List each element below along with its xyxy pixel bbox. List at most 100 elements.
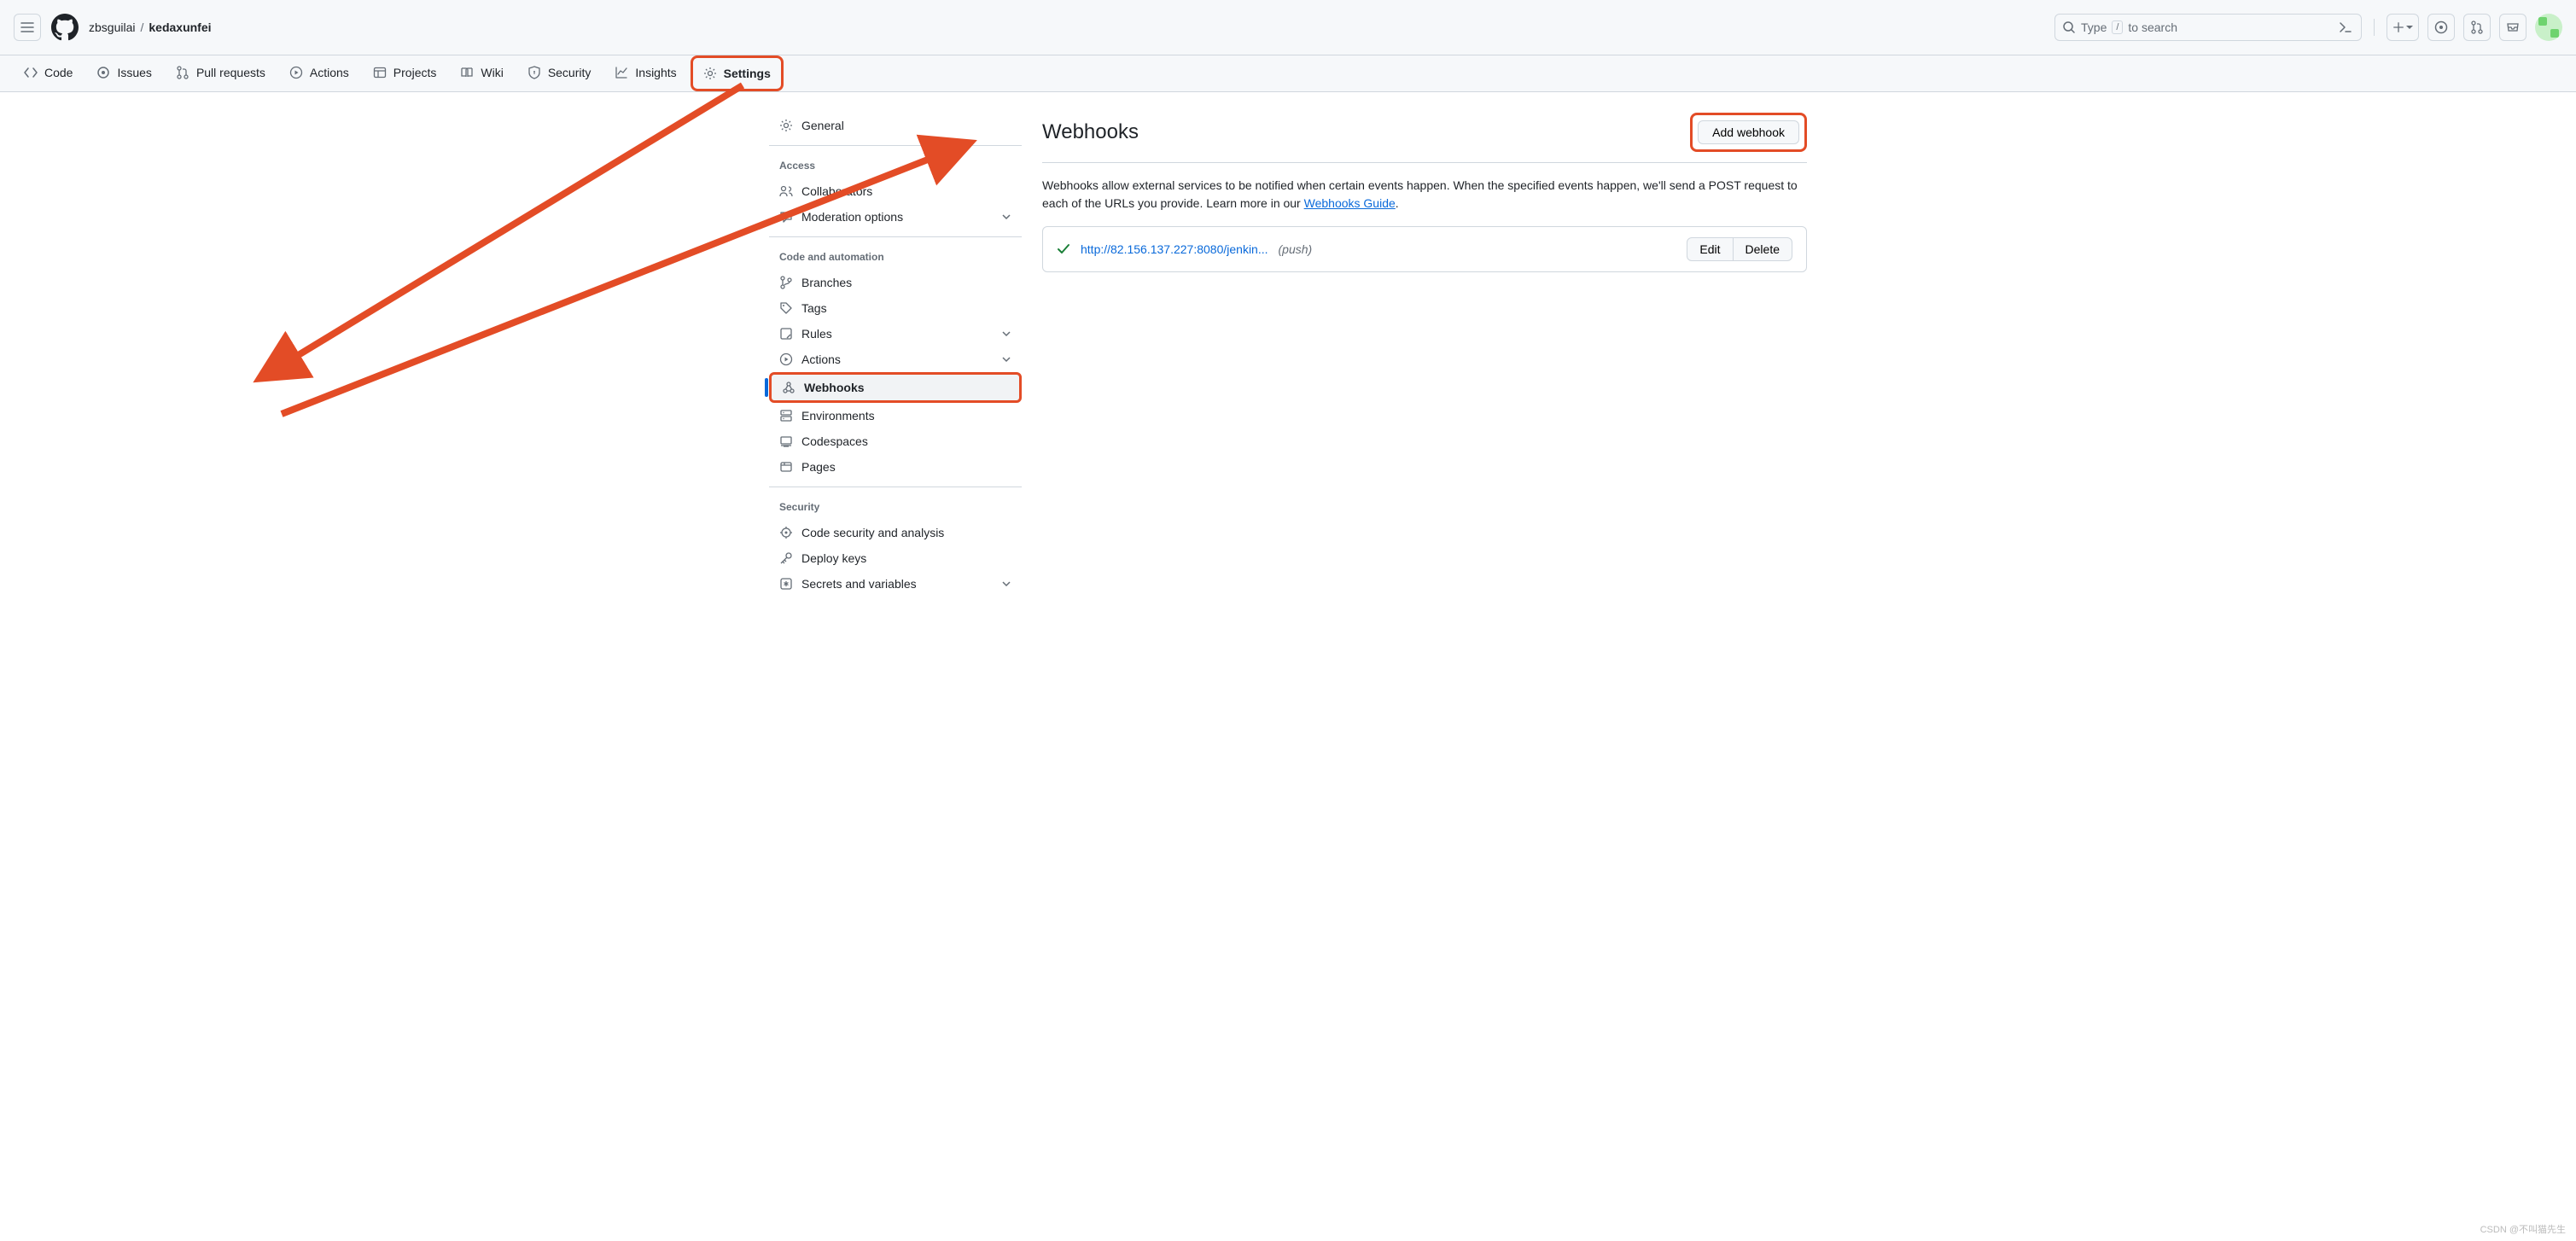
sidebar-item-label: Tags	[801, 301, 827, 315]
sidebar-item-label: Moderation options	[801, 210, 903, 224]
pr-icon	[2470, 20, 2484, 34]
tab-insights[interactable]: Insights	[604, 57, 686, 90]
sidebar-heading-access: Access	[769, 153, 1022, 178]
hamburger-menu-button[interactable]	[14, 14, 41, 41]
nav-label: Insights	[635, 66, 676, 79]
notifications-button[interactable]	[2499, 14, 2526, 41]
rules-icon	[779, 327, 793, 341]
sidebar-item-environments[interactable]: Environments	[769, 403, 1022, 428]
sidebar-item-label: Code security and analysis	[801, 526, 944, 539]
search-icon	[2062, 20, 2076, 34]
pull-requests-button[interactable]	[2463, 14, 2491, 41]
create-new-button[interactable]	[2387, 14, 2419, 41]
sidebar-item-collaborators[interactable]: Collaborators	[769, 178, 1022, 204]
pr-icon	[176, 66, 189, 79]
sidebar-item-tags[interactable]: Tags	[769, 295, 1022, 321]
search-text-suffix: to search	[2128, 20, 2177, 34]
command-palette-icon[interactable]	[2337, 19, 2354, 36]
sidebar-item-codespaces[interactable]: Codespaces	[769, 428, 1022, 454]
chevron-down-icon	[1001, 579, 1011, 589]
nav-label: Settings	[724, 67, 771, 80]
breadcrumb-repo[interactable]: kedaxunfei	[149, 20, 211, 34]
sidebar-item-moderation[interactable]: Moderation options	[769, 204, 1022, 230]
main-content: Webhooks Add webhook Webhooks allow exte…	[1042, 113, 1807, 597]
gear-icon	[703, 67, 717, 80]
desc-text: Webhooks allow external services to be n…	[1042, 178, 1798, 210]
play-icon	[289, 66, 303, 79]
search-input[interactable]: Type / to search	[2054, 14, 2362, 41]
search-text-prefix: Type	[2081, 20, 2107, 34]
webhooks-guide-link[interactable]: Webhooks Guide	[1304, 196, 1396, 210]
chevron-down-icon	[1001, 354, 1011, 364]
tab-code[interactable]: Code	[14, 57, 83, 90]
sidebar-item-deploy-keys[interactable]: Deploy keys	[769, 545, 1022, 571]
check-icon	[1057, 242, 1070, 256]
sidebar-item-label: Webhooks	[804, 381, 865, 394]
sidebar-item-label: Branches	[801, 276, 852, 289]
tab-actions[interactable]: Actions	[279, 57, 359, 90]
issue-icon	[2434, 20, 2448, 34]
breadcrumb-owner[interactable]: zbsguilai	[89, 20, 135, 34]
sidebar-item-rules[interactable]: Rules	[769, 321, 1022, 347]
add-webhook-button[interactable]: Add webhook	[1698, 120, 1799, 144]
nav-label: Wiki	[481, 66, 503, 79]
watermark: CSDN @不叫猫先生	[2480, 1222, 2566, 1236]
github-mark-icon	[51, 14, 79, 41]
sidebar-item-webhooks[interactable]: Webhooks	[769, 372, 1022, 403]
webhook-url-link[interactable]: http://82.156.137.227:8080/jenkin...	[1081, 242, 1268, 256]
code-icon	[24, 66, 38, 79]
tab-projects[interactable]: Projects	[363, 57, 447, 90]
header-divider	[2374, 19, 2375, 36]
sidebar-item-label: Rules	[801, 327, 832, 341]
sidebar-item-secrets[interactable]: Secrets and variables	[769, 571, 1022, 597]
sidebar-item-pages[interactable]: Pages	[769, 454, 1022, 480]
chevron-down-icon	[1001, 329, 1011, 339]
nav-label: Actions	[310, 66, 349, 79]
github-logo[interactable]	[51, 14, 79, 41]
tab-issues[interactable]: Issues	[86, 57, 161, 90]
issue-icon	[96, 66, 110, 79]
gear-icon	[779, 119, 793, 132]
breadcrumb: zbsguilai / kedaxunfei	[89, 20, 212, 34]
people-icon	[779, 184, 793, 198]
sidebar-item-branches[interactable]: Branches	[769, 270, 1022, 295]
settings-sidebar: General Access Collaborators Moderation …	[769, 113, 1022, 597]
page-title: Webhooks	[1042, 120, 1139, 144]
user-avatar[interactable]	[2535, 14, 2562, 41]
nav-label: Security	[548, 66, 592, 79]
issues-button[interactable]	[2427, 14, 2455, 41]
sidebar-item-actions[interactable]: Actions	[769, 347, 1022, 372]
webhook-icon	[782, 381, 796, 394]
branch-icon	[779, 276, 793, 289]
key-icon	[779, 551, 793, 565]
sidebar-item-label: Collaborators	[801, 184, 872, 198]
tab-settings[interactable]: Settings	[691, 55, 784, 91]
sidebar-item-label: Pages	[801, 460, 836, 474]
caret-down-icon	[2406, 24, 2413, 31]
chevron-down-icon	[1001, 212, 1011, 222]
delete-webhook-button[interactable]: Delete	[1734, 237, 1792, 261]
shield-icon	[527, 66, 541, 79]
inbox-icon	[2506, 20, 2520, 34]
project-icon	[373, 66, 387, 79]
nav-label: Issues	[117, 66, 151, 79]
sidebar-item-label: General	[801, 119, 844, 132]
webhooks-description: Webhooks allow external services to be n…	[1042, 177, 1807, 213]
asterisk-icon	[779, 577, 793, 591]
sidebar-item-label: Deploy keys	[801, 551, 866, 565]
tab-wiki[interactable]: Wiki	[450, 57, 513, 90]
play-icon	[779, 352, 793, 366]
sidebar-item-label: Secrets and variables	[801, 577, 917, 591]
edit-webhook-button[interactable]: Edit	[1687, 237, 1733, 261]
tab-pull-requests[interactable]: Pull requests	[166, 57, 276, 90]
sidebar-heading-security: Security	[769, 494, 1022, 520]
sidebar-item-general[interactable]: General	[769, 113, 1022, 138]
breadcrumb-sep: /	[140, 20, 143, 34]
tab-security[interactable]: Security	[517, 57, 602, 90]
sidebar-item-code-security[interactable]: Code security and analysis	[769, 520, 1022, 545]
graph-icon	[615, 66, 628, 79]
codespaces-icon	[779, 434, 793, 448]
tag-icon	[779, 301, 793, 315]
nav-label: Pull requests	[196, 66, 265, 79]
global-header: zbsguilai / kedaxunfei Type / to search	[0, 0, 2576, 55]
